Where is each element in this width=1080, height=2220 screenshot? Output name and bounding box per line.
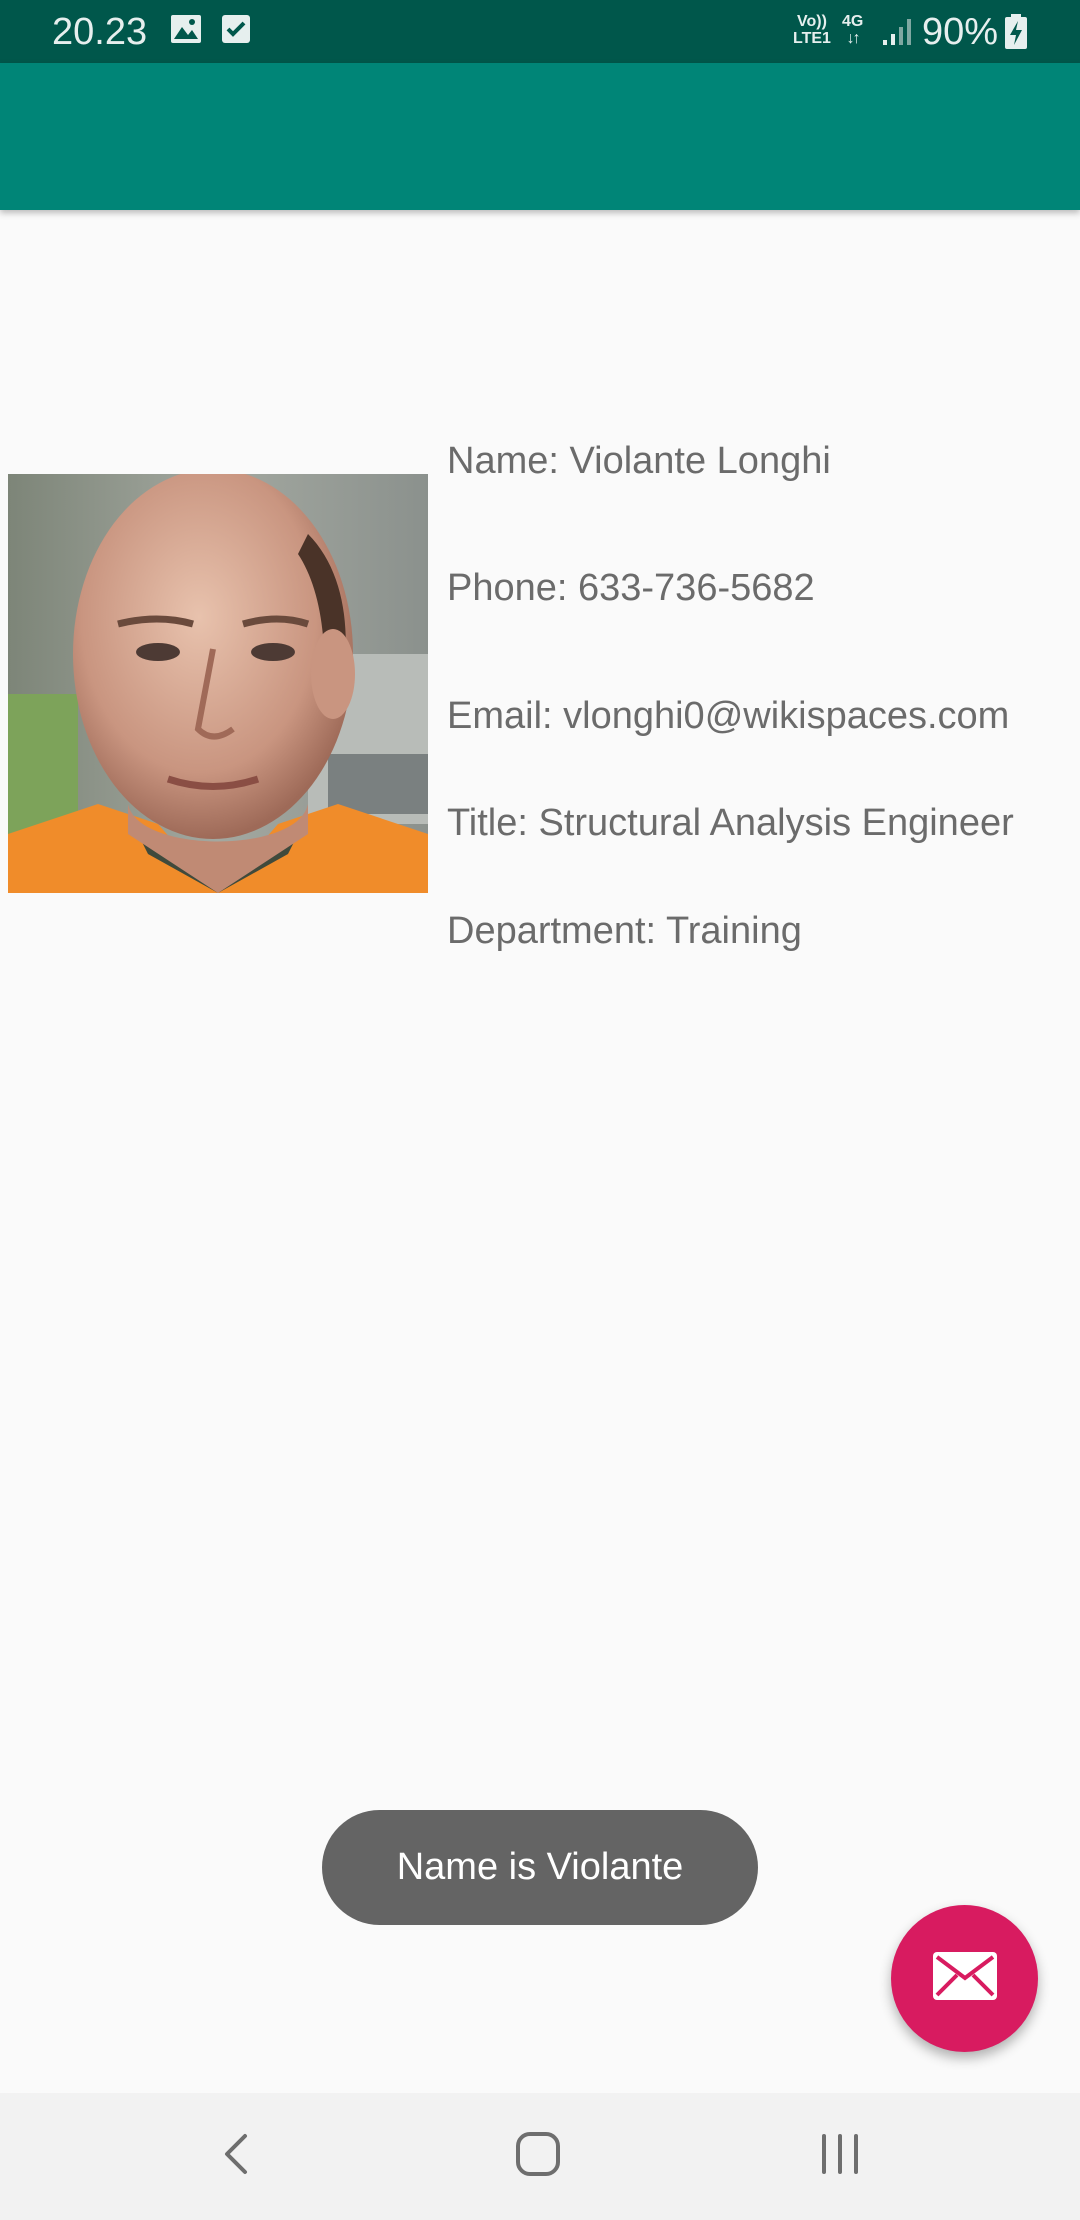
toast-message: Name is Violante — [322, 1810, 758, 1925]
volte-icon: Vo)) LTE1 — [793, 13, 831, 47]
lte-label: LTE1 — [793, 30, 831, 47]
phone-text: Phone: 633-736-5682 — [447, 567, 815, 609]
job-title-text: Title: Structural Analysis Engineer — [447, 802, 1014, 844]
check-box-icon — [221, 14, 251, 49]
home-icon — [515, 2131, 561, 2182]
network-type-label: 4G — [842, 13, 864, 30]
navigation-bar — [0, 2093, 1080, 2220]
home-button[interactable] — [498, 2121, 578, 2191]
department-text: Department: Training — [447, 910, 802, 952]
battery-charging-icon — [1004, 14, 1028, 55]
email-fab-button[interactable] — [891, 1905, 1038, 2052]
back-button[interactable] — [196, 2121, 276, 2191]
name-text: Name: Violante Longhi — [447, 440, 831, 482]
image-icon — [170, 14, 202, 49]
status-time: 20.23 — [52, 11, 148, 53]
app-bar — [0, 63, 1080, 210]
email-text: Email: vlonghi0@wikispaces.com — [447, 695, 1010, 737]
recents-button[interactable] — [800, 2121, 880, 2191]
volte-label: Vo)) — [797, 13, 827, 30]
toast-text: Name is Violante — [396, 1846, 684, 1888]
email-icon — [932, 1951, 998, 2006]
status-bar: 20.23 Vo)) LTE1 4G ↓↑ 90% — [0, 0, 1080, 63]
data-arrows-icon: 4G ↓↑ — [842, 13, 864, 47]
recents-icon — [818, 2133, 862, 2180]
battery-percentage: 90% — [921, 11, 998, 53]
profile-photo — [8, 474, 428, 893]
signal-icon — [882, 16, 914, 51]
back-icon — [221, 2132, 251, 2181]
